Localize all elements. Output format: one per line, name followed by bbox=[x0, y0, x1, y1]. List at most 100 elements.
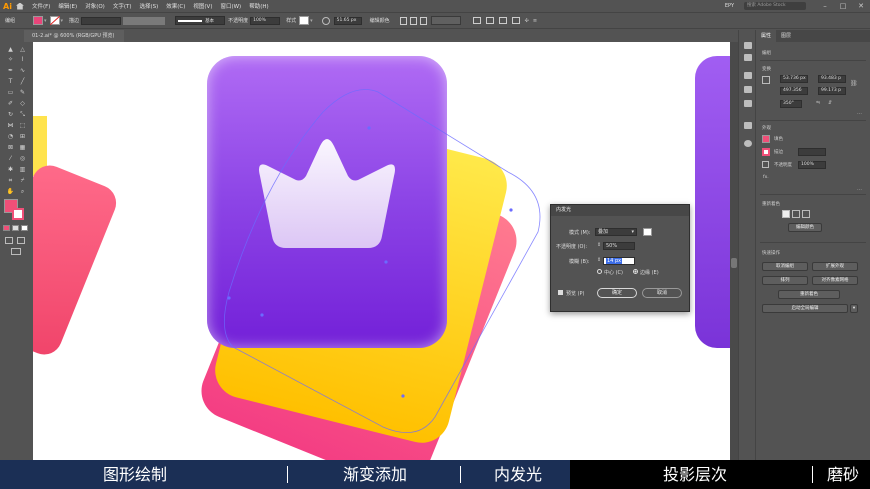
rotate-tool-icon[interactable]: ↻ bbox=[6, 111, 15, 118]
panel-menu-icon[interactable]: ≡ bbox=[533, 18, 537, 24]
recolor-label[interactable]: 编辑颜色 bbox=[370, 17, 390, 24]
menu-view[interactable]: 视图(V) bbox=[193, 2, 212, 10]
stroke-icon[interactable] bbox=[744, 122, 752, 129]
rectangle-tool-icon[interactable]: ▭ bbox=[6, 89, 15, 96]
snap-icon[interactable]: ✣ bbox=[525, 18, 529, 24]
width-tool-icon[interactable]: ⋈ bbox=[6, 122, 15, 129]
align-pixel-grid-button[interactable]: 对齐像素网格 bbox=[812, 276, 858, 285]
minimize-button[interactable]: – bbox=[816, 2, 834, 10]
stock-search-input[interactable]: 搜索 Adobe Stock bbox=[744, 2, 806, 10]
home-icon[interactable] bbox=[15, 2, 24, 10]
blend-tool-icon[interactable]: ◎ bbox=[18, 155, 27, 162]
properties-icon[interactable] bbox=[744, 42, 752, 49]
arrange-icon[interactable] bbox=[472, 17, 481, 24]
workspace-switcher[interactable]: EPY bbox=[725, 3, 734, 9]
stroke-color-swatch[interactable] bbox=[12, 208, 24, 220]
stroke-swatch[interactable] bbox=[49, 16, 60, 25]
ungroup-button[interactable]: 取消编组 bbox=[762, 262, 808, 271]
color-mode-icon[interactable] bbox=[3, 225, 10, 231]
menu-window[interactable]: 窗口(W) bbox=[220, 2, 241, 10]
fill-swatch[interactable] bbox=[33, 16, 44, 25]
graphic-style-swatch[interactable] bbox=[299, 16, 310, 25]
anchor-point[interactable] bbox=[384, 260, 388, 264]
gradient-mode-icon[interactable] bbox=[12, 225, 19, 231]
free-transform-tool-icon[interactable]: ⬚ bbox=[18, 122, 27, 129]
paintbrush-tool-icon[interactable]: ✎ bbox=[18, 89, 27, 96]
recolor-button[interactable] bbox=[430, 16, 461, 25]
recolor-mode2-icon[interactable] bbox=[792, 210, 800, 218]
menu-help[interactable]: 帮助(H) bbox=[249, 2, 268, 10]
brush-definition[interactable]: 基本 bbox=[175, 16, 226, 25]
eyedropper-tool-icon[interactable]: ⁄ bbox=[6, 155, 15, 162]
global-edit-dropdown-icon[interactable]: ▾ bbox=[850, 304, 858, 313]
blur-input[interactable]: 14 px bbox=[603, 257, 635, 265]
maximize-button[interactable]: □ bbox=[834, 2, 852, 10]
fx-button[interactable]: fx. bbox=[763, 175, 769, 180]
document-tab[interactable]: 01-2.ai* @ 600% (RGB/GPU 预览) × bbox=[24, 30, 124, 51]
scale-tool-icon[interactable]: ⤡ bbox=[18, 111, 27, 118]
appearance-fill-swatch[interactable] bbox=[762, 135, 770, 143]
artboard-tool-icon[interactable]: ⌗ bbox=[6, 177, 15, 184]
none-mode-icon[interactable] bbox=[21, 225, 28, 231]
menu-edit[interactable]: 编辑(E) bbox=[58, 2, 77, 10]
menu-effect[interactable]: 效果(C) bbox=[166, 2, 185, 10]
brushes-icon[interactable] bbox=[744, 100, 752, 107]
line-tool-icon[interactable]: ╱ bbox=[18, 78, 27, 85]
x-field[interactable]: 53.736 px bbox=[780, 75, 808, 83]
selection-tool-icon[interactable]: ▲ bbox=[6, 46, 15, 53]
stroke-weight-field[interactable] bbox=[81, 16, 122, 25]
menu-file[interactable]: 文件(F) bbox=[32, 2, 50, 10]
opacity-input[interactable]: 50% bbox=[603, 242, 635, 250]
anchor-point[interactable] bbox=[227, 296, 231, 300]
mode-select[interactable]: 叠加 ▾ bbox=[595, 228, 637, 236]
corner-width-field[interactable]: 51.65 px bbox=[333, 16, 362, 25]
type-tool-icon[interactable]: T bbox=[6, 78, 15, 85]
anchor-point[interactable] bbox=[367, 126, 371, 130]
h-field[interactable]: 99.173 p bbox=[818, 87, 846, 95]
draw-mode-icon[interactable] bbox=[5, 237, 13, 244]
gradient-tool-icon[interactable]: ▦ bbox=[18, 144, 27, 151]
global-edit-button[interactable]: 启动全局编辑 bbox=[762, 304, 848, 313]
shape-builder-tool-icon[interactable]: ◔ bbox=[6, 133, 15, 140]
flip-horizontal-icon[interactable]: ⇋ bbox=[816, 100, 820, 106]
more-options-icon[interactable]: … bbox=[857, 110, 862, 116]
graph-tool-icon[interactable]: ▥ bbox=[18, 166, 27, 173]
align-icon[interactable] bbox=[399, 16, 407, 25]
isolate-icon[interactable] bbox=[419, 16, 427, 25]
center-radio[interactable] bbox=[597, 269, 602, 274]
variable-width-profile[interactable] bbox=[123, 16, 166, 25]
stroke-dropdown-icon[interactable]: ▾ bbox=[61, 18, 64, 24]
edge-radio[interactable] bbox=[633, 269, 638, 274]
reference-point-icon[interactable] bbox=[762, 76, 770, 84]
opacity-field[interactable]: 100% bbox=[250, 16, 281, 25]
menu-type[interactable]: 文字(T) bbox=[113, 2, 132, 10]
flip-vertical-icon[interactable]: ⇵ bbox=[828, 100, 832, 106]
slice-tool-icon[interactable]: ⌿ bbox=[18, 177, 27, 184]
arrange-button[interactable]: 排列 bbox=[762, 276, 808, 285]
swatches-icon[interactable] bbox=[744, 86, 752, 93]
expand-appearance-button[interactable]: 扩展外观 bbox=[812, 262, 858, 271]
shape-icon[interactable] bbox=[321, 16, 330, 25]
fill-dropdown-icon[interactable]: ▾ bbox=[44, 18, 47, 24]
opacity-field[interactable]: 100% bbox=[798, 161, 826, 169]
transform-icon[interactable] bbox=[409, 16, 417, 25]
y-field[interactable]: 497.356 bbox=[780, 87, 808, 95]
appearance-icon[interactable] bbox=[744, 140, 752, 147]
screen-mode-icon[interactable] bbox=[11, 248, 21, 255]
anchor-point[interactable] bbox=[260, 313, 264, 317]
recolor-artwork-button[interactable]: 重新着色 bbox=[778, 290, 840, 299]
lasso-tool-icon[interactable]: ⌇ bbox=[18, 56, 27, 63]
color-icon[interactable] bbox=[744, 72, 752, 79]
anchor-point[interactable] bbox=[401, 394, 405, 398]
magic-wand-tool-icon[interactable]: ✧ bbox=[6, 56, 15, 63]
direct-selection-tool-icon[interactable]: △ bbox=[18, 46, 27, 53]
menu-object[interactable]: 对象(O) bbox=[85, 2, 105, 10]
recolor-mode3-icon[interactable] bbox=[802, 210, 810, 218]
ok-button[interactable]: 确定 bbox=[597, 288, 637, 298]
appearance-stroke-swatch[interactable] bbox=[762, 148, 770, 156]
shaper-tool-icon[interactable]: ✐ bbox=[6, 100, 15, 107]
align-left-icon[interactable] bbox=[485, 17, 494, 24]
vertical-scrollbar[interactable] bbox=[730, 42, 738, 460]
w-field[interactable]: 93.483 p bbox=[818, 75, 846, 83]
eraser-tool-icon[interactable]: ◇ bbox=[18, 100, 27, 107]
